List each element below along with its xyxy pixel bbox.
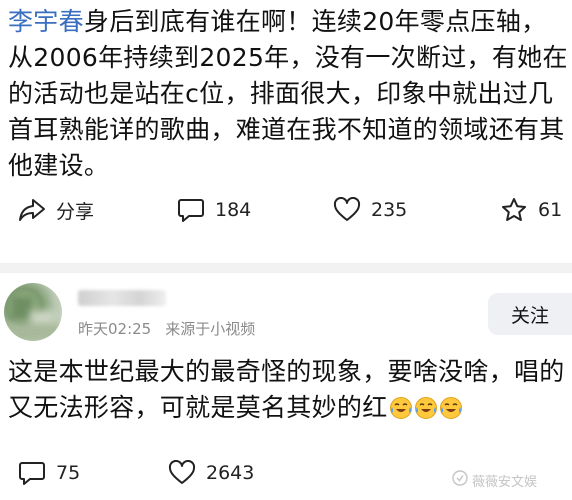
reply-comment-count: 75 bbox=[56, 462, 81, 484]
like-button[interactable]: 235 bbox=[333, 190, 407, 230]
favorite-count: 61 bbox=[538, 199, 563, 221]
follow-button[interactable]: 关注 bbox=[488, 293, 572, 335]
reply-like-button[interactable]: 2643 bbox=[168, 453, 254, 493]
post-body: 身后到底有谁在啊！连续20年零点压轴，从2006年持续到2025年，没有一次断过… bbox=[8, 7, 568, 180]
post-text: 李宇春身后到底有谁在啊！连续20年零点压轴，从2006年持续到2025年，没有一… bbox=[8, 4, 568, 184]
crying-laughing-emoji bbox=[439, 394, 463, 430]
reply-meta: 昨天02:25 来源于小视频 bbox=[78, 318, 255, 339]
crying-laughing-emoji bbox=[414, 394, 438, 430]
reply-source: 来源于小视频 bbox=[165, 320, 256, 338]
watermark-logo-icon bbox=[452, 470, 468, 490]
crying-laughing-emoji bbox=[389, 394, 413, 430]
comment-count: 184 bbox=[215, 199, 252, 221]
reply-body: 这是本世纪最大的最奇怪的现象，要啥没啥，唱的又无法形容，可就是莫名其妙的红 bbox=[8, 357, 565, 422]
share-button[interactable]: 分享 bbox=[18, 190, 94, 230]
avatar[interactable] bbox=[4, 283, 62, 341]
share-icon bbox=[18, 197, 46, 223]
heart-icon bbox=[333, 197, 361, 223]
comment-icon bbox=[177, 197, 205, 223]
post-action-bar: 分享 184 235 61 bbox=[0, 190, 572, 230]
username-redacted[interactable] bbox=[78, 290, 166, 306]
watermark: 薇薇安文娱 bbox=[452, 470, 537, 490]
star-icon bbox=[500, 197, 528, 223]
comment-button[interactable]: 184 bbox=[177, 190, 251, 230]
comment-icon bbox=[18, 460, 46, 486]
share-label: 分享 bbox=[56, 200, 95, 223]
favorite-button[interactable]: 61 bbox=[500, 190, 562, 230]
reply-comment-button[interactable]: 75 bbox=[18, 453, 80, 493]
section-divider bbox=[0, 263, 572, 273]
reply-text: 这是本世纪最大的最奇怪的现象，要啥没啥，唱的又无法形容，可就是莫名其妙的红 bbox=[8, 354, 568, 430]
author-link[interactable]: 李宇春 bbox=[8, 7, 84, 36]
heart-icon bbox=[168, 460, 196, 486]
like-count: 235 bbox=[371, 199, 408, 221]
reply-time: 昨天02:25 bbox=[78, 320, 152, 338]
watermark-text: 薇薇安文娱 bbox=[472, 474, 538, 490]
reply-like-count: 2643 bbox=[206, 462, 255, 484]
